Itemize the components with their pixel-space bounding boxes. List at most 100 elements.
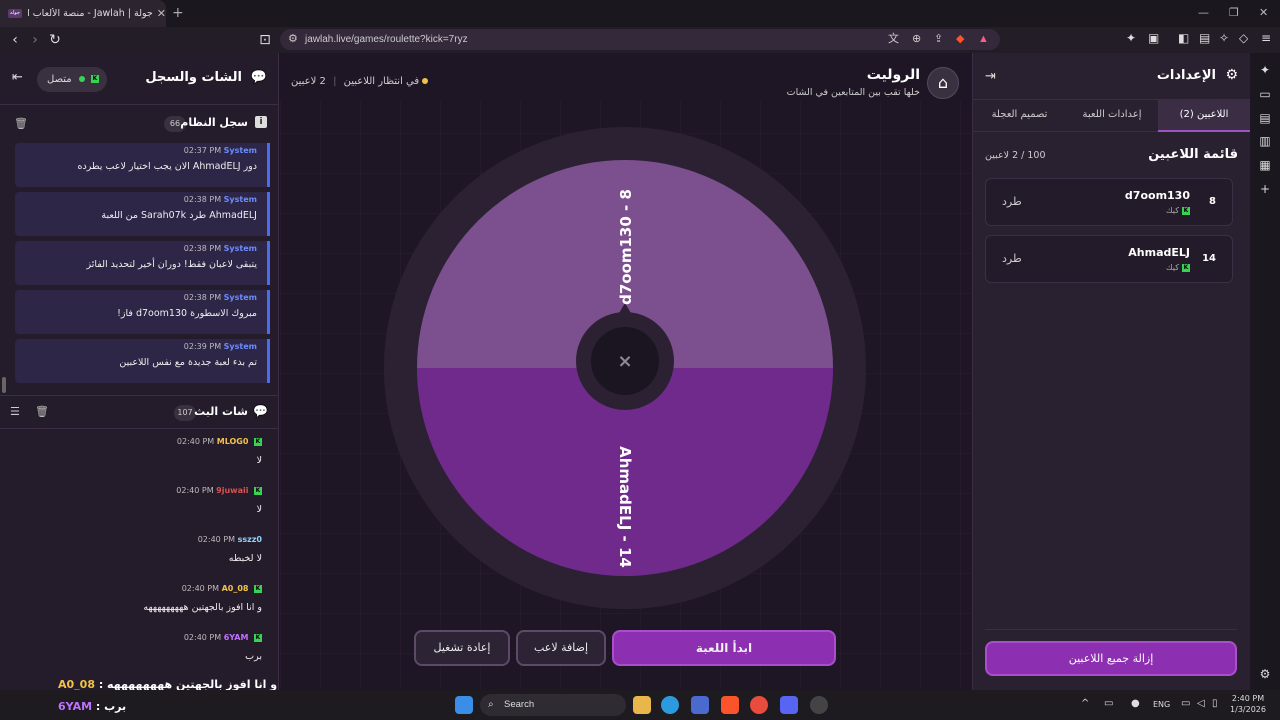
wallet-icon[interactable]: ▣ <box>1148 31 1159 45</box>
tab-title: جولة | Jawlah - منصة الألعاب التفا <box>28 8 153 19</box>
kick-icon: K <box>91 75 99 83</box>
collapse-settings-icon[interactable]: ⇥ <box>985 69 996 84</box>
microphone-icon[interactable]: ● <box>1131 698 1140 709</box>
tab-game-settings[interactable]: إعدادات اللعبة <box>1066 100 1158 132</box>
page-subtitle: خلها تقب بين المتابعين في الشات <box>786 87 920 98</box>
restore-icon[interactable]: ❐ <box>1229 6 1239 19</box>
url-text: jawlah.live/games/roulette?kick=7ryz <box>305 34 468 45</box>
wheel-logo-icon: ⨯ <box>617 351 632 372</box>
start-game-button[interactable]: ابدأ اللعبة <box>612 630 836 666</box>
translate-icon[interactable]: 文 <box>888 33 899 46</box>
settings-panel: ⇥ الإعدادات ⚙ اللاعبين (2) إعدادات اللعب… <box>972 53 1250 690</box>
roulette-wheel[interactable]: ⨯ d7oom130 - 8 AhmadELJ - 14 <box>384 127 866 609</box>
chat-message: 02:40 PM sszz0 لا لخبطه <box>197 535 262 564</box>
reload-icon[interactable]: ↻ <box>46 31 64 49</box>
chrome-icon[interactable] <box>750 696 768 714</box>
search-label: Search <box>504 699 535 710</box>
browser-sidebar <box>1251 53 1280 690</box>
log-scrollbar[interactable] <box>2 377 6 393</box>
tray-chevron-icon[interactable]: ^ <box>1081 698 1089 709</box>
discord-icon[interactable] <box>780 696 798 714</box>
file-explorer-icon[interactable] <box>633 696 651 714</box>
gear-icon: ⚙ <box>1225 67 1238 83</box>
language-indicator[interactable]: ENG <box>1153 700 1170 709</box>
share-icon[interactable]: ⇪ <box>934 33 943 46</box>
waiting-text: في انتظار اللاعبين <box>343 76 420 87</box>
minimize-icon[interactable]: — <box>1198 6 1209 19</box>
back-icon[interactable]: ‹ <box>6 31 24 49</box>
live-chat-title: شات البث <box>194 405 248 418</box>
sidebar-reading-icon[interactable]: ▭ <box>1258 87 1272 101</box>
online-dot-icon <box>78 76 85 82</box>
menu-icon[interactable]: ≡ <box>1261 31 1271 45</box>
brave-shields-icon[interactable]: ◆ <box>956 33 964 46</box>
edge-icon[interactable] <box>661 696 679 714</box>
chat-message: 02:40 PM 6YAM K برب <box>183 633 262 662</box>
tab-players[interactable]: اللاعبين (2) <box>1158 100 1250 132</box>
sidebar-settings-icon[interactable]: ⚙ <box>1258 667 1272 681</box>
chat-log-panel: ⇤ متصل K الشات والسجل 💬 🗑 66 سجل النظام … <box>0 53 279 690</box>
clock[interactable]: 2:40 PM 1/3/2026 <box>1228 693 1268 715</box>
vpn-icon[interactable]: ▤ <box>1199 31 1210 45</box>
new-tab-icon[interactable]: + <box>172 5 184 21</box>
zoom-icon[interactable]: ⊕ <box>912 33 921 46</box>
connection-status: متصل K <box>37 67 107 92</box>
game-status: في انتظار اللاعبين | 2 لاعبين <box>291 76 429 87</box>
tray-icon[interactable]: ▭ <box>1104 698 1113 709</box>
brave-icon[interactable] <box>721 696 739 714</box>
volume-icon[interactable]: ◁ <box>1197 698 1205 709</box>
restart-button[interactable]: إعادة تشغيل <box>414 630 510 666</box>
live-chat-count: 107 <box>174 405 196 421</box>
home-icon[interactable]: ⌂ <box>927 67 959 99</box>
bookmark-icon[interactable]: ⊡ <box>256 31 274 49</box>
forward-icon[interactable]: › <box>26 31 44 49</box>
browser-tab[interactable]: جوله جولة | Jawlah - منصة الألعاب التفا … <box>0 0 166 27</box>
network-icon[interactable]: ▭ <box>1181 698 1190 709</box>
extensions-icon[interactable]: ✦ <box>1126 31 1136 45</box>
leo-icon[interactable]: ✧ <box>1219 31 1229 45</box>
browser-toolbar: ‹ › ↻ ⊡ ⚙ jawlah.live/games/roulette?kic… <box>0 27 1280 53</box>
page-title: الروليت <box>866 67 920 83</box>
brave-rewards-icon[interactable]: ▲ <box>978 33 989 46</box>
window-close-icon[interactable]: ✕ <box>1259 6 1268 19</box>
kick-player-button[interactable]: طرد <box>1002 252 1022 265</box>
site-settings-icon[interactable]: ⚙ <box>288 33 298 46</box>
kick-player-button[interactable]: طرد <box>1002 195 1022 208</box>
windows-start-icon[interactable] <box>455 696 473 714</box>
settings-title: الإعدادات <box>1156 68 1216 83</box>
live-chat-header: ☰ 🗑 107 شات البث 💬 <box>0 395 279 429</box>
obs-icon[interactable] <box>810 696 828 714</box>
taskbar-search[interactable]: ⌕ Search <box>480 694 626 716</box>
clear-chat-trash-icon[interactable]: 🗑 <box>35 405 49 418</box>
chat-filter-icon[interactable]: ☰ <box>10 405 20 418</box>
clear-log-trash-icon[interactable]: 🗑 <box>14 117 28 130</box>
status-text: متصل <box>47 74 72 85</box>
settings-tabs: اللاعبين (2) إعدادات اللعبة تصميم العجلة <box>973 99 1250 132</box>
system-log-message: 02:38 PM System AhmadELJ طرد Sarah07k من… <box>15 192 270 236</box>
sidebar-star-icon[interactable]: ✦ <box>1258 63 1272 77</box>
tab-close-icon[interactable]: ✕ <box>157 7 166 20</box>
battery-icon[interactable]: ▯ <box>1212 698 1218 709</box>
sidebar-add-icon[interactable]: + <box>1258 182 1272 196</box>
game-area <box>279 53 972 54</box>
address-bar[interactable]: ⚙ jawlah.live/games/roulette?kick=7ryz 文… <box>280 29 1000 50</box>
system-log-message: 02:38 PM System مبروك الاسطورة d7oom130 … <box>15 290 270 334</box>
system-log-title: سجل النظام <box>180 116 248 129</box>
player-card: طرد AhmadELJ Kكيك 14 <box>985 235 1233 283</box>
store-icon[interactable] <box>691 696 709 714</box>
wheel-label: d7oom130 - 8 <box>617 189 635 305</box>
remove-all-players-button[interactable]: إزالة جميع اللاعبين <box>985 641 1237 676</box>
collapse-panel-icon[interactable]: ⇤ <box>12 70 23 85</box>
sidebar-toggle-icon[interactable]: ◧ <box>1178 31 1189 45</box>
system-log-list: 02:37 PM System دور AhmadELJ الان يجب اخ… <box>0 143 279 383</box>
search-icon: ⌕ <box>488 699 494 710</box>
chat-panel-header: ⇤ متصل K الشات والسجل 💬 <box>0 53 279 105</box>
shield-icon[interactable]: ◇ <box>1239 31 1248 45</box>
sidebar-history-icon[interactable]: ▤ <box>1258 111 1272 125</box>
sidebar-bookmarks-icon[interactable]: ▥ <box>1258 134 1272 148</box>
tab-wheel-design[interactable]: تصميم العجلة <box>973 100 1066 132</box>
sidebar-notes-icon[interactable]: ▦ <box>1258 158 1272 172</box>
add-player-button[interactable]: إضافة لاعب <box>516 630 606 666</box>
divider <box>985 629 1237 630</box>
player-source: Kكيك <box>1166 263 1190 272</box>
